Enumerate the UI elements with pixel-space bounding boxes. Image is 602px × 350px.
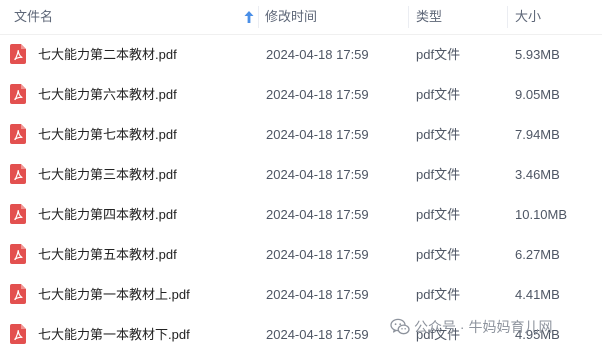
- column-header-size[interactable]: 大小: [507, 0, 602, 34]
- column-header-type[interactable]: 类型: [408, 0, 507, 34]
- file-row[interactable]: 七大能力第五本教材.pdf 2024-04-18 17:59 pdf文件 6.2…: [0, 235, 602, 275]
- file-row[interactable]: 七大能力第二本教材.pdf 2024-04-18 17:59 pdf文件 5.9…: [0, 35, 602, 75]
- file-type: pdf文件: [416, 207, 461, 222]
- file-modified: 2024-04-18 17:59: [266, 247, 369, 262]
- file-row[interactable]: 七大能力第一本教材上.pdf 2024-04-18 17:59 pdf文件 4.…: [0, 275, 602, 315]
- column-header-modified-label: 修改时间: [265, 9, 318, 24]
- file-size: 9.05MB: [515, 87, 560, 102]
- file-name[interactable]: 七大能力第一本教材上.pdf: [38, 275, 190, 315]
- pdf-icon: [10, 284, 26, 304]
- file-name[interactable]: 七大能力第三本教材.pdf: [38, 155, 177, 195]
- file-type: pdf文件: [416, 127, 461, 142]
- file-type: pdf文件: [416, 87, 461, 102]
- file-list-window: 文件名 修改时间 类型 大小 七大能力第二本教材.pdf 2024-04-18 …: [0, 0, 602, 350]
- file-modified: 2024-04-18 17:59: [266, 207, 369, 222]
- file-size: 3.46MB: [515, 167, 560, 182]
- pdf-icon: [10, 124, 26, 144]
- file-row[interactable]: 七大能力第四本教材.pdf 2024-04-18 17:59 pdf文件 10.…: [0, 195, 602, 235]
- pdf-icon: [10, 84, 26, 104]
- file-modified: 2024-04-18 17:59: [266, 167, 369, 182]
- column-header-name[interactable]: 文件名: [0, 0, 258, 34]
- file-modified: 2024-04-18 17:59: [266, 87, 369, 102]
- file-name[interactable]: 七大能力第七本教材.pdf: [38, 115, 177, 155]
- pdf-icon: [10, 324, 26, 344]
- file-size: 6.27MB: [515, 247, 560, 262]
- column-header-name-label: 文件名: [14, 9, 54, 24]
- column-header-modified[interactable]: 修改时间: [258, 0, 408, 34]
- file-type: pdf文件: [416, 247, 461, 262]
- pdf-icon: [10, 204, 26, 224]
- file-size: 5.93MB: [515, 47, 560, 62]
- file-rows: 七大能力第二本教材.pdf 2024-04-18 17:59 pdf文件 5.9…: [0, 35, 602, 350]
- file-row[interactable]: 七大能力第七本教材.pdf 2024-04-18 17:59 pdf文件 7.9…: [0, 115, 602, 155]
- file-modified: 2024-04-18 17:59: [266, 327, 369, 342]
- pdf-icon: [10, 44, 26, 64]
- watermark-text: 公众号 · 牛妈妈育儿网: [414, 319, 553, 335]
- file-size: 4.41MB: [515, 287, 560, 302]
- file-type: pdf文件: [416, 287, 461, 302]
- file-name[interactable]: 七大能力第一本教材下.pdf: [38, 315, 190, 350]
- file-modified: 2024-04-18 17:59: [266, 287, 369, 302]
- file-name[interactable]: 七大能力第四本教材.pdf: [38, 195, 177, 235]
- file-type: pdf文件: [416, 47, 461, 62]
- file-modified: 2024-04-18 17:59: [266, 47, 369, 62]
- file-name[interactable]: 七大能力第六本教材.pdf: [38, 75, 177, 115]
- pdf-icon: [10, 244, 26, 264]
- file-size: 10.10MB: [515, 207, 568, 222]
- file-name[interactable]: 七大能力第二本教材.pdf: [38, 35, 177, 75]
- file-row[interactable]: 七大能力第三本教材.pdf 2024-04-18 17:59 pdf文件 3.4…: [0, 155, 602, 195]
- column-header-type-label: 类型: [416, 9, 443, 24]
- column-header-size-label: 大小: [515, 9, 542, 24]
- wechat-icon: [390, 318, 410, 335]
- arrow-up-icon[interactable]: [243, 10, 255, 24]
- column-header-bar: 文件名 修改时间 类型 大小: [0, 0, 602, 35]
- pdf-icon: [10, 164, 26, 184]
- file-modified: 2024-04-18 17:59: [266, 127, 369, 142]
- file-row[interactable]: 七大能力第六本教材.pdf 2024-04-18 17:59 pdf文件 9.0…: [0, 75, 602, 115]
- file-type: pdf文件: [416, 167, 461, 182]
- file-name[interactable]: 七大能力第五本教材.pdf: [38, 235, 177, 275]
- file-size: 7.94MB: [515, 127, 560, 142]
